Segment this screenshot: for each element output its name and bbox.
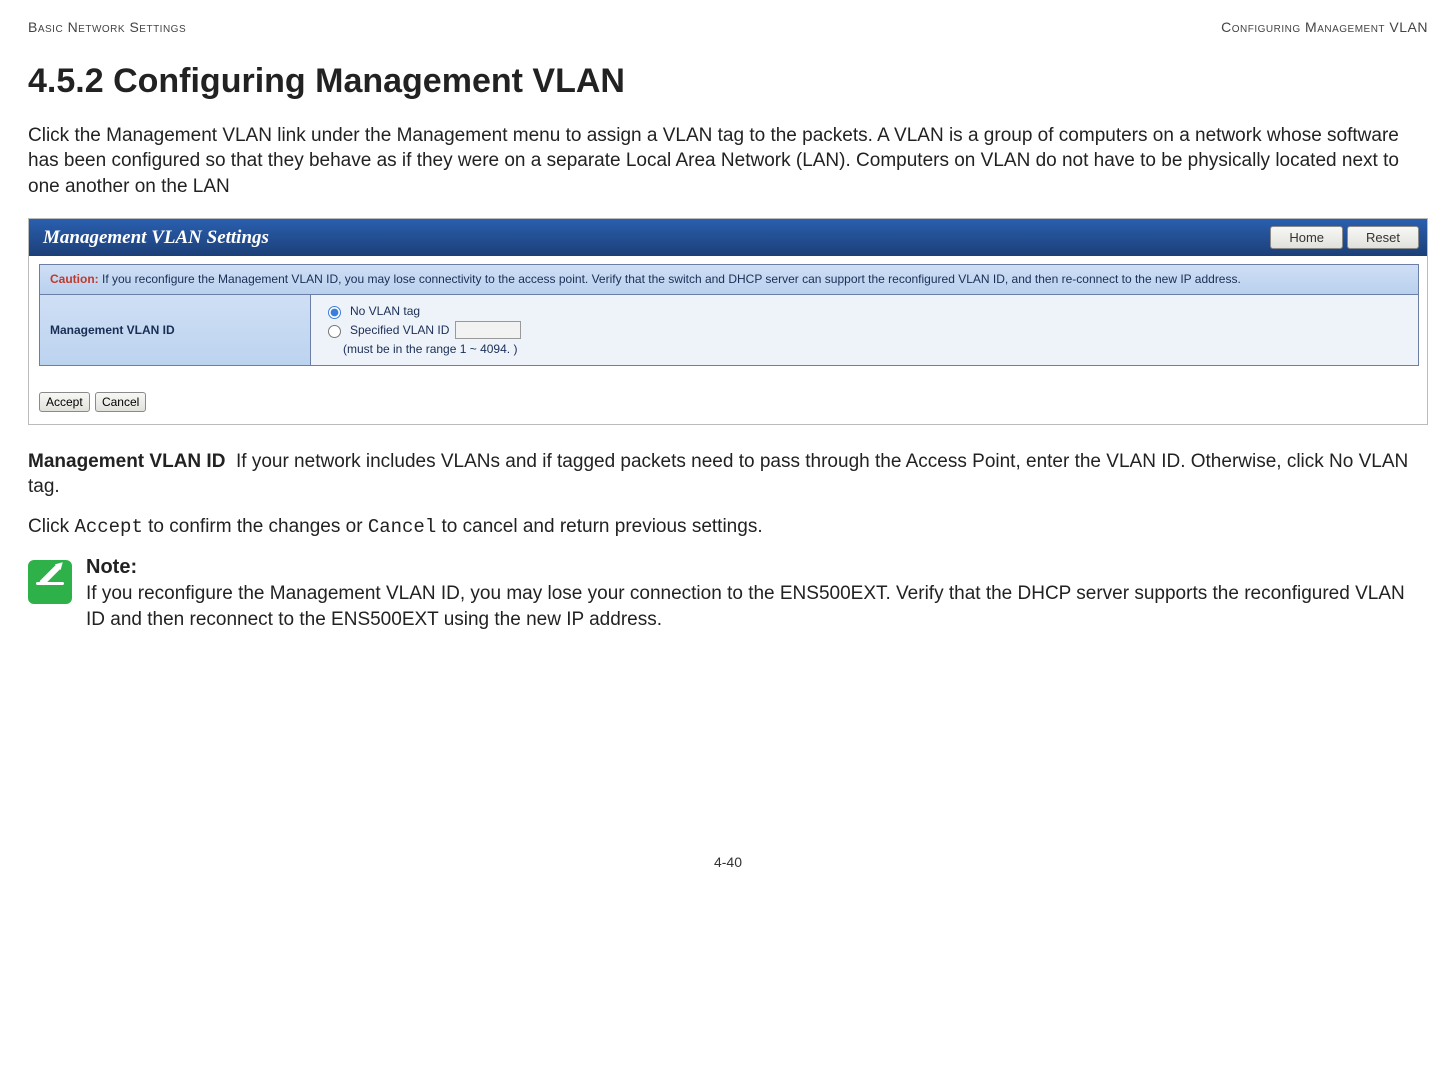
header-right: Configuring Management VLAN (1221, 18, 1428, 37)
header-left: Basic Network Settings (28, 18, 186, 37)
page-header: Basic Network Settings Configuring Manag… (28, 18, 1428, 37)
vlan-id-input[interactable] (455, 321, 521, 339)
mgmt-vlan-desc: If your network includes VLANs and if ta… (28, 451, 1408, 498)
note-icon (28, 560, 72, 604)
screenshot-title: Management VLAN Settings (43, 225, 269, 251)
confirm-pre: Click (28, 516, 74, 537)
caution-banner: Caution: If you reconfigure the Manageme… (40, 265, 1418, 294)
note-block: Note: If you reconfigure the Management … (28, 554, 1428, 632)
screenshot-titlebar: Management VLAN Settings Home Reset (29, 219, 1427, 257)
row-label: Management VLAN ID (40, 295, 311, 365)
vlan-range-hint: (must be in the range 1 ~ 4094. ) (343, 341, 1406, 357)
mgmt-vlan-paragraph: Management VLAN ID If your network inclu… (28, 449, 1428, 500)
table-row: Management VLAN ID No VLAN tag Specified… (40, 295, 1418, 365)
row-value-cell: No VLAN tag Specified VLAN ID (must be i… (311, 295, 1418, 365)
note-text: If you reconfigure the Management VLAN I… (86, 581, 1428, 632)
intro-paragraph: Click the Management VLAN link under the… (28, 123, 1428, 200)
specified-vlan-label: Specified VLAN ID (350, 322, 449, 338)
section-heading: 4.5.2 Configuring Management VLAN (28, 59, 1428, 105)
no-vlan-label: No VLAN tag (350, 303, 420, 319)
accept-literal: Accept (74, 516, 142, 538)
no-vlan-radio[interactable] (328, 306, 341, 319)
screenshot-panel: Management VLAN Settings Home Reset Caut… (28, 218, 1428, 425)
caution-label: Caution: (50, 272, 99, 286)
page-number: 4-40 (28, 853, 1428, 872)
mgmt-vlan-label: Management VLAN ID (28, 451, 225, 472)
confirm-post: to cancel and return previous settings. (436, 516, 762, 537)
cancel-button[interactable]: Cancel (95, 392, 146, 412)
pencil-icon (39, 565, 60, 586)
vlan-settings-table: Caution: If you reconfigure the Manageme… (39, 264, 1419, 366)
screenshot-body: Caution: If you reconfigure the Manageme… (29, 256, 1427, 370)
confirm-mid: to confirm the changes or (143, 516, 368, 537)
home-button[interactable]: Home (1270, 226, 1343, 249)
reset-button[interactable]: Reset (1347, 226, 1419, 249)
screenshot-footer: Accept Cancel (29, 370, 1427, 424)
specified-vlan-radio[interactable] (328, 325, 341, 338)
cancel-literal: Cancel (368, 516, 436, 538)
confirm-paragraph: Click Accept to confirm the changes or C… (28, 514, 1428, 541)
note-label: Note: (86, 554, 1428, 581)
caution-text: If you reconfigure the Management VLAN I… (99, 272, 1241, 286)
accept-button[interactable]: Accept (39, 392, 90, 412)
note-body: Note: If you reconfigure the Management … (86, 554, 1428, 632)
